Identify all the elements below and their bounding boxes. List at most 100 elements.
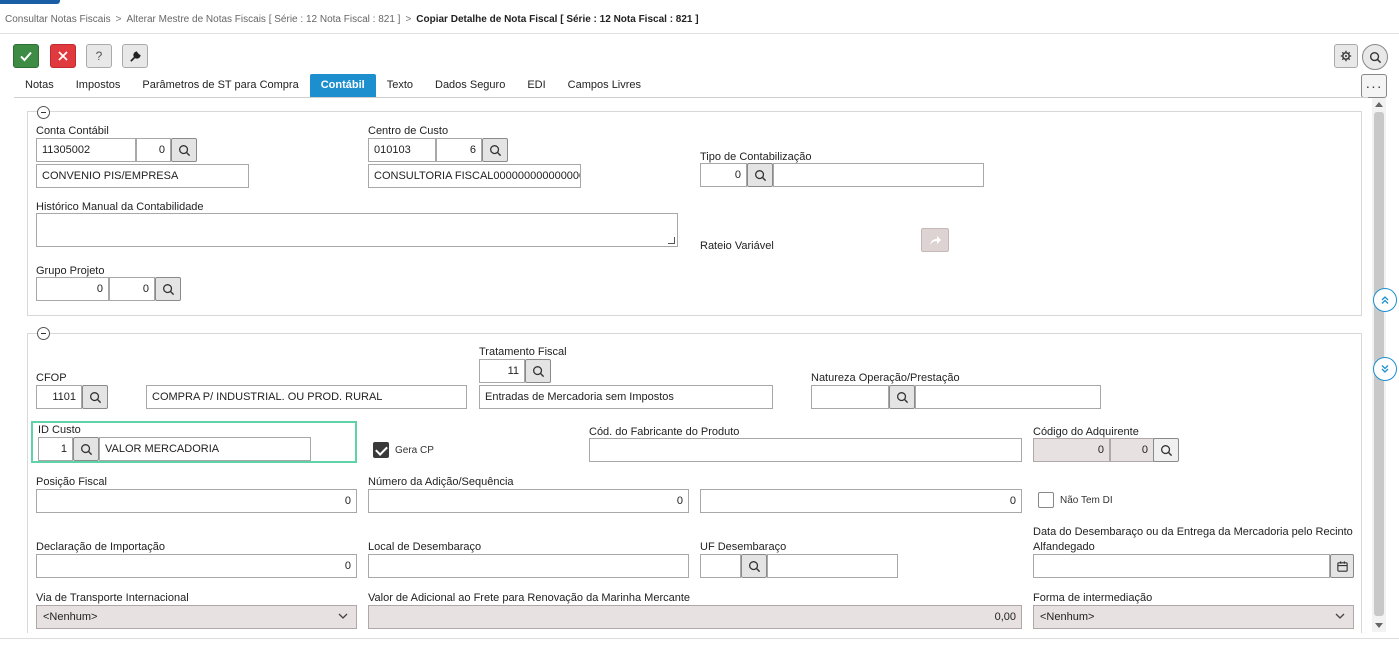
search-icon bbox=[754, 169, 766, 181]
conta-contabil-digit-field[interactable]: 0 bbox=[136, 138, 171, 162]
valor-adicional-frete-field: 0,00 bbox=[368, 605, 1022, 629]
natureza-operacao-code-field[interactable] bbox=[811, 385, 889, 409]
sequencia-field[interactable]: 0 bbox=[700, 489, 1022, 513]
bottom-divider bbox=[0, 638, 1399, 639]
id-custo-code-field[interactable]: 1 bbox=[38, 437, 73, 461]
nao-tem-di-checkbox[interactable] bbox=[1038, 492, 1054, 508]
numero-adicao-label: Número da Adição/Sequência bbox=[368, 476, 514, 488]
centro-custo-code-field[interactable]: 010103 bbox=[368, 138, 436, 162]
conta-contabil-lookup-button[interactable] bbox=[171, 138, 197, 162]
grupo-projeto-lookup-button[interactable] bbox=[155, 277, 181, 301]
id-custo-description-field[interactable]: VALOR MERCADORIA bbox=[99, 437, 311, 461]
cfop-lookup-button[interactable] bbox=[82, 385, 108, 409]
centro-custo-description-field[interactable]: CONSULTORIA FISCAL00000000000000000 bbox=[368, 164, 581, 188]
cancel-button[interactable] bbox=[50, 44, 76, 68]
tratamento-fiscal-label: Tratamento Fiscal bbox=[479, 346, 567, 358]
chevron-down-icon bbox=[1335, 613, 1345, 619]
search-icon bbox=[1160, 444, 1172, 456]
tab-contabil[interactable]: Contábil bbox=[309, 74, 376, 97]
tab-parametros-st[interactable]: Parâmetros de ST para Compra bbox=[131, 74, 309, 97]
scroll-to-bottom-button[interactable] bbox=[1373, 357, 1397, 381]
codigo-adquirente-lookup-button[interactable] bbox=[1153, 438, 1179, 462]
tratamento-fiscal-lookup-button[interactable] bbox=[525, 359, 551, 383]
uf-desembaraco-code-field[interactable] bbox=[700, 554, 741, 578]
fiscal-panel bbox=[27, 333, 1362, 633]
historico-label: Histórico Manual da Contabilidade bbox=[36, 201, 204, 213]
help-button[interactable]: ? bbox=[86, 44, 112, 68]
tab-impostos[interactable]: Impostos bbox=[65, 74, 132, 97]
scroll-to-top-button[interactable] bbox=[1373, 288, 1397, 312]
via-transporte-select[interactable]: <Nenhum> bbox=[36, 605, 357, 629]
natureza-operacao-lookup-button[interactable] bbox=[889, 385, 915, 409]
nao-tem-di-label: Não Tem DI bbox=[1060, 495, 1113, 506]
posicao-fiscal-field[interactable]: 0 bbox=[36, 489, 357, 513]
declaracao-importacao-label: Declaração de Importação bbox=[36, 541, 166, 553]
breadcrumb: Consultar Notas Fiscais > Alterar Mestre d… bbox=[5, 14, 699, 25]
tools-button[interactable] bbox=[122, 44, 148, 68]
tipo-contabilizacao-description-field[interactable] bbox=[773, 163, 984, 187]
forma-intermediacao-select[interactable]: <Nenhum> bbox=[1033, 605, 1354, 629]
tab-texto[interactable]: Texto bbox=[376, 74, 424, 97]
declaracao-importacao-field[interactable]: 0 bbox=[36, 554, 357, 578]
tab-campos-livres[interactable]: Campos Livres bbox=[557, 74, 652, 97]
numero-adicao-field[interactable]: 0 bbox=[368, 489, 689, 513]
search-icon bbox=[532, 365, 544, 377]
uf-desembaraco-lookup-button[interactable] bbox=[741, 554, 767, 578]
historico-textarea[interactable] bbox=[36, 213, 678, 247]
id-custo-lookup-button[interactable] bbox=[73, 437, 99, 461]
search-icon bbox=[896, 391, 908, 403]
more-options-button[interactable]: ··· bbox=[1361, 74, 1387, 98]
logo bbox=[0, 0, 60, 4]
scroll-down-arrow-icon[interactable] bbox=[1375, 623, 1383, 628]
tab-notas[interactable]: Notas bbox=[14, 74, 65, 97]
tipo-contabilizacao-lookup-button[interactable] bbox=[747, 163, 773, 187]
tipo-contabilizacao-label: Tipo de Contabilização bbox=[700, 151, 812, 163]
check-icon bbox=[20, 51, 32, 62]
natureza-operacao-description-field[interactable] bbox=[915, 385, 1101, 409]
search-button[interactable] bbox=[1362, 44, 1388, 70]
cod-fabricante-field[interactable] bbox=[589, 438, 1022, 462]
gera-cp-checkbox[interactable] bbox=[373, 442, 389, 458]
breadcrumb-separator: > bbox=[115, 14, 122, 25]
tab-bar: Notas Impostos Parâmetros de ST para Com… bbox=[14, 74, 652, 97]
centro-custo-digit-field[interactable]: 6 bbox=[436, 138, 482, 162]
uf-desembaraco-description-field[interactable] bbox=[767, 554, 898, 578]
posicao-fiscal-label: Posição Fiscal bbox=[36, 476, 107, 488]
gear-icon bbox=[1340, 50, 1352, 62]
tab-dados-seguro[interactable]: Dados Seguro bbox=[424, 74, 516, 97]
rateio-variavel-label: Rateio Variável bbox=[700, 240, 774, 252]
grupo-projeto-field-2[interactable]: 0 bbox=[109, 277, 155, 301]
breadcrumb-separator: > bbox=[405, 14, 412, 25]
data-desembaraco-field[interactable] bbox=[1033, 554, 1330, 578]
centro-custo-lookup-button[interactable] bbox=[482, 138, 508, 162]
conta-contabil-code-field[interactable]: 11305002 bbox=[36, 138, 136, 162]
rateio-variavel-button[interactable] bbox=[921, 228, 949, 252]
tratamento-fiscal-code-field[interactable]: 11 bbox=[479, 359, 525, 383]
tipo-contabilizacao-code-field[interactable]: 0 bbox=[700, 163, 747, 187]
breadcrumb-item-alterar[interactable]: Alterar Mestre de Notas Fiscais [ Série … bbox=[126, 14, 400, 25]
collapse-contabil-icon[interactable] bbox=[37, 106, 50, 119]
grupo-projeto-label: Grupo Projeto bbox=[36, 265, 105, 277]
confirm-button[interactable] bbox=[13, 44, 39, 68]
settings-button[interactable] bbox=[1334, 44, 1358, 68]
cfop-description-field[interactable]: COMPRA P/ INDUSTRIAL. OU PROD. RURAL bbox=[146, 385, 467, 409]
breadcrumb-item-consultar[interactable]: Consultar Notas Fiscais bbox=[5, 14, 111, 25]
conta-contabil-description-field[interactable]: CONVENIO PIS/EMPRESA bbox=[36, 164, 249, 188]
scroll-up-arrow-icon[interactable] bbox=[1375, 102, 1383, 107]
divider bbox=[0, 33, 1399, 34]
tab-edi[interactable]: EDI bbox=[516, 74, 556, 97]
search-icon bbox=[178, 144, 190, 156]
collapse-fiscal-icon[interactable] bbox=[37, 327, 50, 340]
cfop-code-field[interactable]: 1101 bbox=[36, 385, 82, 409]
gera-cp-label: Gera CP bbox=[395, 445, 434, 456]
breadcrumb-current: Copiar Detalhe de Nota Fiscal [ Série : … bbox=[416, 14, 699, 25]
codigo-adquirente-field-1: 0 bbox=[1033, 438, 1110, 462]
data-desembaraco-label-line2: Alfandegado bbox=[1033, 541, 1095, 553]
calendar-button[interactable] bbox=[1330, 554, 1354, 578]
grupo-projeto-field-1[interactable]: 0 bbox=[36, 277, 109, 301]
search-icon bbox=[80, 443, 92, 455]
chevron-down-icon bbox=[338, 613, 348, 619]
conta-contabil-label: Conta Contábil bbox=[36, 125, 109, 137]
local-desembaraco-field[interactable] bbox=[368, 554, 689, 578]
tratamento-fiscal-description-field[interactable]: Entradas de Mercadoria sem Impostos bbox=[479, 385, 773, 409]
